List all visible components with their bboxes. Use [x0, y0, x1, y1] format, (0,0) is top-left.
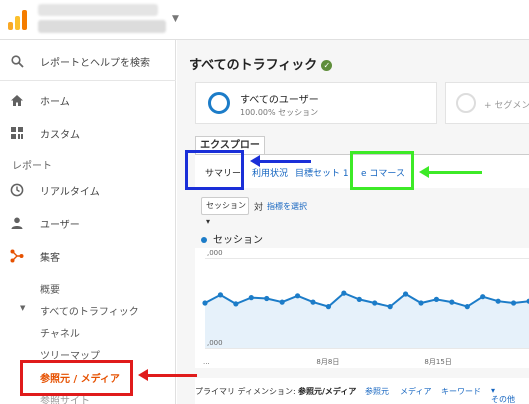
- segment-percentage: 100.00% セッション: [240, 108, 319, 117]
- dimension-medium[interactable]: メディア: [400, 386, 431, 397]
- data-point: [202, 300, 208, 306]
- data-point: [264, 295, 270, 302]
- sidebar-item-label: 集客: [40, 252, 60, 264]
- select-metric-link[interactable]: 指標を選択: [267, 201, 307, 212]
- add-segment-label: + セグメント: [484, 101, 529, 111]
- y-tick-label: ,000: [207, 249, 223, 257]
- data-point: [233, 301, 239, 307]
- account-dropdown-icon[interactable]: ▼: [172, 14, 179, 24]
- page-title-text: すべてのトラフィック: [189, 58, 318, 73]
- legend-label: セッション: [213, 235, 263, 246]
- sidebar-item-realtime[interactable]: リアルタイム: [0, 173, 176, 207]
- annotation-arrow-red: [138, 369, 197, 381]
- legend-dot-icon: [201, 237, 207, 243]
- account-name-blurred: [38, 4, 158, 16]
- chart-legend[interactable]: セッション: [201, 231, 263, 246]
- sidebar-item-custom[interactable]: カスタム: [0, 116, 176, 150]
- segment-card-all-users[interactable]: すべてのユーザー 100.00% セッション: [195, 82, 437, 124]
- data-point: [449, 299, 455, 305]
- data-point: [294, 293, 301, 299]
- sidebar: レポートとヘルプを検索 ホーム カスタム レポート リアルタイム ユーザー 集客…: [0, 40, 176, 404]
- primary-dimension-label: プライマリ ディメンション:: [195, 387, 296, 396]
- sessions-chart[interactable]: ,000 ,000... 8月8日 8月15日: [195, 248, 529, 368]
- search-label: レポートとヘルプを検索: [40, 57, 150, 69]
- home-icon: [10, 93, 24, 107]
- dimension-other-label: その他: [491, 395, 515, 404]
- x-tick-label: 8月15日: [424, 358, 451, 366]
- annotation-box-red: [20, 360, 133, 396]
- data-point: [325, 304, 332, 310]
- data-point: [248, 295, 254, 301]
- sidebar-item-users[interactable]: ユーザー: [0, 206, 176, 240]
- annotation-arrow-blue: [250, 155, 311, 167]
- subtab-usage[interactable]: 利用状況: [252, 166, 288, 179]
- data-point: [356, 296, 362, 302]
- x-tick-label: 8月8日: [316, 358, 339, 366]
- person-icon: [10, 216, 24, 230]
- reports-header: レポート: [12, 161, 52, 172]
- add-segment-card[interactable]: + セグメント: [445, 82, 529, 124]
- data-point: [372, 300, 378, 306]
- subtab-goal-set[interactable]: 目標セット 1: [295, 166, 349, 179]
- dimension-other[interactable]: その他 ▾: [491, 386, 515, 404]
- segment-name: すべてのユーザー: [240, 95, 319, 106]
- main-content: すべてのトラフィック ✓ すべてのユーザー 100.00% セッション + セグメ…: [177, 40, 529, 404]
- expand-caret-icon[interactable]: ▼: [20, 304, 25, 312]
- acquisition-icon: [10, 249, 24, 263]
- data-point: [387, 304, 393, 310]
- data-point: [341, 290, 347, 296]
- metric-select-value: セッション: [206, 201, 246, 210]
- data-point: [464, 304, 470, 310]
- sidebar-item-overview[interactable]: 概要: [40, 281, 60, 296]
- data-point: [279, 299, 285, 305]
- sidebar-item-label: ホーム: [40, 96, 70, 108]
- page-title: すべてのトラフィック ✓: [189, 54, 333, 73]
- annotation-box-green: [350, 151, 414, 190]
- sidebar-item-acquisition[interactable]: 集客: [0, 239, 176, 273]
- sidebar-search[interactable]: レポートとヘルプを検索: [0, 44, 176, 78]
- chart-svg: ,000 ,000... 8月8日 8月15日: [202, 249, 529, 366]
- annotation-box-blue: [185, 150, 244, 190]
- top-bar: ▼: [0, 0, 529, 40]
- dimension-current: 参照元/メディア: [298, 387, 357, 396]
- dashboard-icon: [10, 126, 24, 140]
- clock-icon: [10, 183, 24, 197]
- sidebar-item-label: リアルタイム: [40, 186, 100, 198]
- empty-ring-icon: [456, 93, 476, 113]
- sidebar-item-channels[interactable]: チャネル: [40, 325, 80, 340]
- primary-dimension-bar: プライマリ ディメンション: 参照元/メディア 参照元 メディア キーワード そ…: [195, 378, 529, 404]
- data-point: [402, 291, 409, 297]
- data-point: [480, 294, 486, 300]
- divider: [0, 80, 176, 81]
- sidebar-item-all-traffic[interactable]: すべてのトラフィック: [40, 303, 139, 318]
- data-point: [510, 300, 517, 306]
- data-point: [418, 300, 424, 306]
- y-tick-label: ,000: [207, 339, 223, 347]
- data-point: [217, 292, 224, 298]
- analytics-logo-icon[interactable]: [8, 8, 28, 30]
- sidebar-item-label: ユーザー: [40, 219, 80, 231]
- x-tick-label: ...: [203, 358, 210, 366]
- data-point: [433, 296, 440, 302]
- sidebar-item-label: カスタム: [40, 129, 80, 141]
- segment-ring-icon: [208, 92, 230, 114]
- dimension-keyword[interactable]: キーワード: [441, 386, 481, 397]
- metric-vs-label: 対: [254, 203, 264, 213]
- annotation-arrow-green: [419, 166, 482, 178]
- data-point: [310, 299, 316, 305]
- metric-select[interactable]: セッション ▾: [201, 197, 249, 226]
- sidebar-item-home[interactable]: ホーム: [0, 83, 176, 117]
- verified-check-icon: ✓: [321, 60, 333, 71]
- data-point: [495, 298, 501, 304]
- dimension-source[interactable]: 参照元: [365, 386, 389, 397]
- property-name-blurred[interactable]: [38, 20, 166, 33]
- search-icon: [10, 54, 24, 68]
